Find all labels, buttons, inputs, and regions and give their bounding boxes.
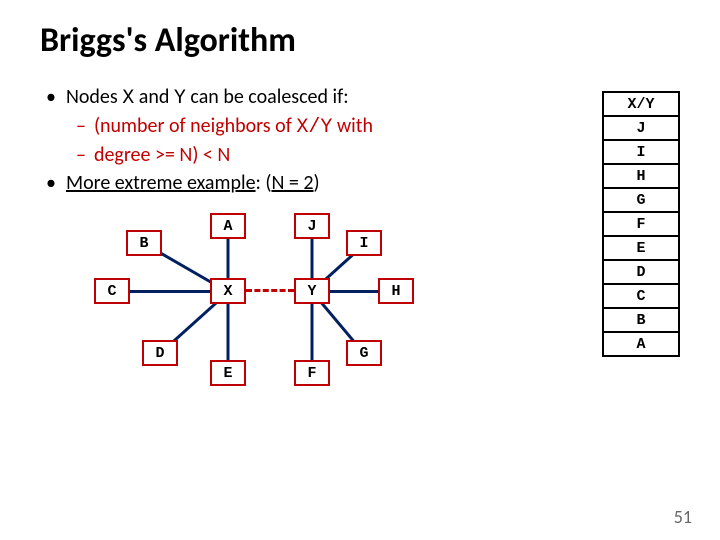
- graph-node-a: A: [210, 213, 246, 239]
- stack-cell: H: [602, 163, 680, 189]
- graph-edge-dashed: [246, 289, 294, 292]
- stack-cell: C: [602, 283, 680, 309]
- stack-cell: E: [602, 235, 680, 261]
- graph-node-i: I: [346, 230, 382, 256]
- page-number: 51: [674, 506, 692, 528]
- stack-cell: G: [602, 187, 680, 213]
- stack-cell: B: [602, 307, 680, 333]
- graph-node-y: Y: [294, 278, 330, 304]
- stack-cell: A: [602, 331, 680, 357]
- bullet-dot-icon: •: [46, 171, 56, 195]
- sub-bullet-1: – (number of neighbors of X/Y with: [40, 114, 582, 139]
- sub-bullet-text: degree >= N) < N: [94, 143, 230, 167]
- dash-icon: –: [76, 143, 86, 167]
- graph-node-b: B: [126, 230, 162, 256]
- page-title: Briggs's Algorithm: [40, 20, 680, 61]
- sub-bullet-2: – degree >= N) < N: [40, 143, 582, 167]
- bullet-text: can be coalesced if:: [186, 85, 349, 109]
- bullet-text-underline: More extreme example: [66, 171, 256, 195]
- bullet-text: and: [134, 85, 174, 109]
- graph-node-c: C: [94, 278, 130, 304]
- bullet-2: • More extreme example: (N = 2): [40, 171, 582, 195]
- sub-bullet-text: (number of neighbors of: [94, 114, 296, 138]
- stack-cell: I: [602, 139, 680, 165]
- bullet-list: • Nodes X and Y can be coalesced if: – (…: [40, 85, 582, 195]
- stack-table: X/Y J I H G F E D C B A: [602, 91, 680, 403]
- dash-icon: –: [76, 114, 86, 138]
- stack-cell: X/Y: [602, 91, 680, 117]
- sub-bullet-text: with: [332, 114, 373, 138]
- graph-node-j: J: [294, 213, 330, 239]
- stack-cell: J: [602, 115, 680, 141]
- content-area: • Nodes X and Y can be coalesced if: – (…: [40, 85, 680, 403]
- left-column: • Nodes X and Y can be coalesced if: – (…: [40, 85, 582, 403]
- bullet-1: • Nodes X and Y can be coalesced if:: [40, 85, 582, 110]
- graph-node-d: D: [142, 340, 178, 366]
- code-x: X: [122, 87, 134, 110]
- graph-node-f: F: [294, 360, 330, 386]
- graph-diagram: A J I B X Y H C D E F G: [80, 213, 440, 403]
- code-y: Y: [174, 87, 186, 110]
- code-xy: X/Y: [296, 116, 332, 139]
- stack-cell: D: [602, 259, 680, 285]
- graph-node-g: G: [346, 340, 382, 366]
- graph-node-e: E: [210, 360, 246, 386]
- graph-node-x: X: [210, 278, 246, 304]
- bullet-text: Nodes: [66, 85, 122, 109]
- bullet-text-underline: N = 2: [271, 171, 313, 195]
- graph-node-h: H: [378, 278, 414, 304]
- bullet-dot-icon: •: [46, 85, 56, 109]
- bullet-text: ): [314, 171, 320, 195]
- bullet-text: : (: [256, 171, 272, 195]
- stack-cell: F: [602, 211, 680, 237]
